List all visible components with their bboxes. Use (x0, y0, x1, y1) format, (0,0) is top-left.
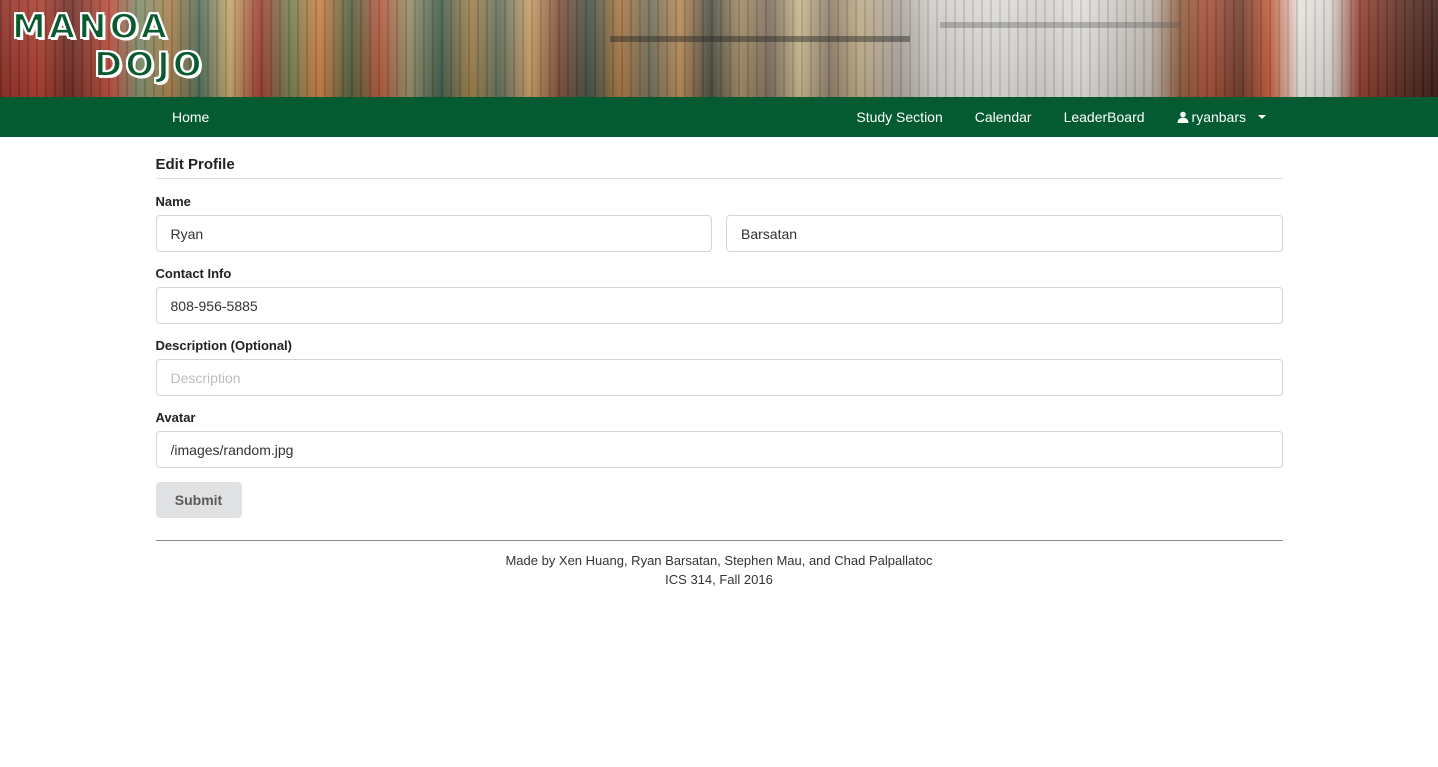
submit-button[interactable]: Submit (155, 482, 242, 518)
nav-study-section-link[interactable]: Study Section (840, 97, 958, 137)
name-field-group: Name (155, 194, 1283, 252)
user-icon (1177, 111, 1189, 123)
description-field-group: Description (Optional) (155, 338, 1283, 396)
banner-shelf (610, 36, 910, 42)
nav-calendar-link[interactable]: Calendar (959, 97, 1048, 137)
description-input[interactable] (155, 359, 1283, 396)
contact-label: Contact Info (155, 266, 232, 281)
form-title: Edit Profile (155, 137, 1283, 179)
banner: MANOA DOJO Home Study Section Calendar L… (0, 0, 1438, 137)
main-navbar: Home Study Section Calendar LeaderBoard … (0, 97, 1438, 137)
last-name-input[interactable] (726, 215, 1283, 252)
logo-text-line2: DOJO (93, 45, 205, 85)
edit-profile-page: Edit Profile Name Contact Info Descripti… (155, 137, 1283, 589)
footer-course: ICS 314, Fall 2016 (665, 572, 773, 587)
avatar-input[interactable] (155, 431, 1283, 468)
banner-image: MANOA DOJO (0, 0, 1438, 97)
logo-text-line1: MANOA (11, 7, 170, 47)
description-label: Description (Optional) (155, 338, 293, 353)
user-name: ryanbars (1191, 109, 1246, 125)
first-name-input[interactable] (155, 215, 712, 252)
edit-profile-form: Edit Profile Name Contact Info Descripti… (155, 137, 1283, 518)
avatar-label: Avatar (155, 410, 196, 425)
banner-shelf (940, 22, 1180, 28)
footer-credits: Made by Xen Huang, Ryan Barsatan, Stephe… (505, 553, 933, 568)
name-label: Name (155, 194, 191, 209)
avatar-field-group: Avatar (155, 410, 1283, 468)
footer: Made by Xen Huang, Ryan Barsatan, Stephe… (155, 540, 1283, 589)
nav-leaderboard-link[interactable]: LeaderBoard (1048, 97, 1161, 137)
contact-info-input[interactable] (155, 287, 1283, 324)
site-logo[interactable]: MANOA DOJO (11, 7, 203, 88)
user-dropdown[interactable]: ryanbars (1161, 97, 1282, 137)
caret-down-icon (1258, 115, 1266, 119)
nav-home-link[interactable]: Home (156, 97, 225, 137)
contact-field-group: Contact Info (155, 266, 1283, 324)
